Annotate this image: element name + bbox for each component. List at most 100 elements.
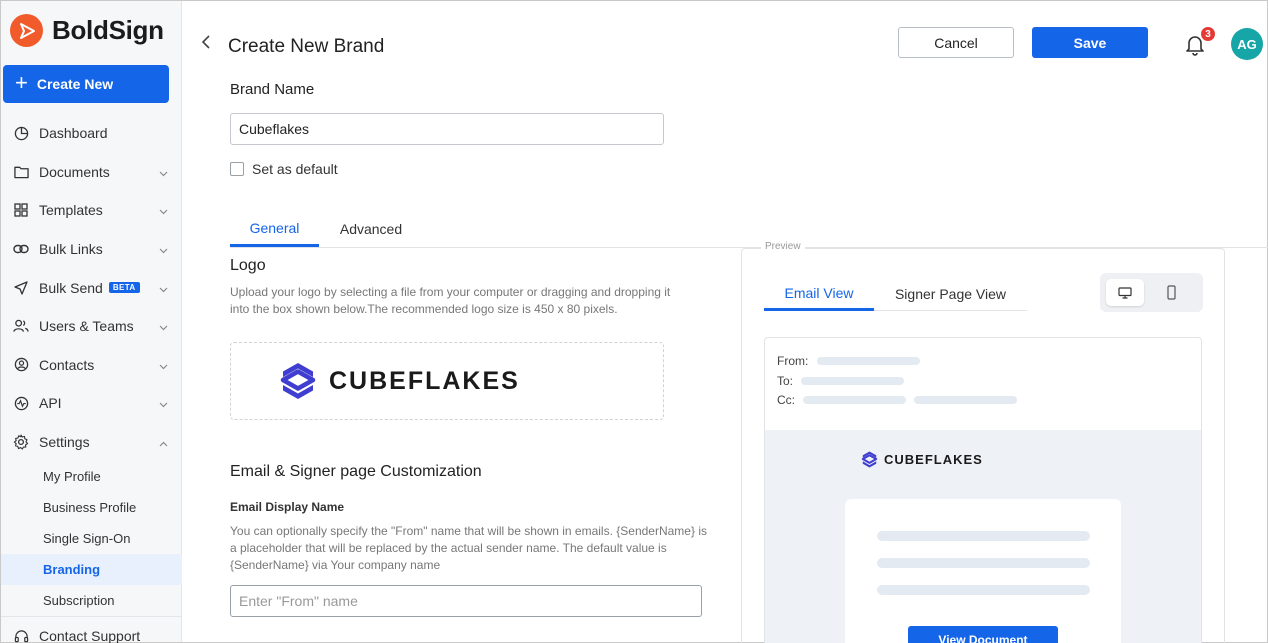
sidebar-item-users-teams[interactable]: Users & Teams (1, 307, 182, 346)
chevron-up-icon (159, 434, 168, 450)
sidebar: BoldSign + Create New Dashboard Document… (1, 1, 182, 643)
chevron-down-icon (159, 318, 168, 334)
device-toggle (1100, 273, 1203, 312)
chevron-down-icon (159, 395, 168, 411)
placeholder-line (877, 585, 1090, 595)
sidebar-item-label: Contacts (39, 356, 95, 373)
cc-label: Cc: (777, 393, 795, 407)
email-logo: CUBEFLAKES (861, 450, 983, 469)
brand-name-label: Brand Name (230, 81, 315, 98)
set-default-row[interactable]: Set as default (230, 161, 338, 177)
logo-description: Upload your logo by selecting a file fro… (230, 285, 671, 316)
cubeflakes-logo-icon (280, 363, 316, 399)
logo-upload-dropzone[interactable]: CUBEFLAKES (230, 342, 664, 420)
mobile-icon (1166, 285, 1176, 300)
sidebar-item-label: Bulk Links (39, 241, 103, 258)
sidebar-item-label: Users & Teams (39, 318, 134, 335)
create-new-button[interactable]: + Create New (3, 65, 169, 103)
sidebar-item-bulk-send[interactable]: Bulk Send BETA (1, 268, 182, 307)
plus-icon: + (15, 70, 28, 95)
email-preview: From: To: Cc: CUBEFLAKES View Document (764, 337, 1202, 643)
sidebar-item-contact-support[interactable]: Contact Support (1, 616, 182, 643)
chevron-down-icon (159, 280, 168, 296)
contact-icon (13, 357, 29, 373)
tab-signer-page-view[interactable]: Signer Page View (874, 277, 1027, 311)
set-default-checkbox[interactable] (230, 162, 244, 176)
page-title: Create New Brand (228, 36, 385, 57)
back-chevron-icon[interactable] (199, 34, 213, 55)
notification-badge: 3 (1199, 25, 1217, 43)
sidebar-item-label: API (39, 395, 62, 412)
email-body: CUBEFLAKES View Document (765, 430, 1201, 643)
sidebar-subitem-subscription[interactable]: Subscription (1, 585, 182, 616)
send-icon (13, 280, 29, 296)
mobile-view-button[interactable] (1152, 279, 1190, 306)
from-label: From: (777, 354, 809, 368)
view-document-button[interactable]: View Document (908, 626, 1058, 643)
tab-advanced[interactable]: Advanced (319, 211, 423, 247)
sidebar-item-label: Templates (39, 202, 103, 219)
sidebar-item-label: Documents (39, 163, 110, 180)
preview-tabs: Email View Signer Page View (764, 277, 1027, 311)
tab-general[interactable]: General (230, 211, 319, 247)
create-new-label: Create New (36, 76, 114, 92)
app-name: BoldSign (52, 15, 164, 45)
sidebar-item-api[interactable]: API (1, 384, 182, 423)
placeholder-bar (817, 357, 921, 365)
sidebar-item-label: Settings (39, 434, 90, 451)
api-icon (13, 395, 29, 411)
sidebar-item-label: Dashboard (39, 125, 108, 142)
sidebar-nav: Dashboard Documents Templates Bulk Links (1, 114, 182, 643)
email-logo-wordmark: CUBEFLAKES (884, 452, 983, 467)
sidebar-item-settings[interactable]: Settings (1, 423, 182, 462)
sidebar-subitem-single-sign-on[interactable]: Single Sign-On (1, 523, 182, 554)
gear-icon (13, 434, 29, 450)
sidebar-subitem-branding[interactable]: Branding (1, 554, 182, 586)
placeholder-line (877, 531, 1090, 541)
brand-name-input[interactable] (230, 113, 664, 145)
sidebar-item-templates[interactable]: Templates (1, 191, 182, 230)
placeholder-bar (801, 377, 905, 385)
users-icon (13, 318, 29, 334)
app-logo[interactable]: BoldSign (10, 14, 164, 47)
chevron-down-icon (159, 164, 168, 180)
email-display-name-description: You can optionally specify the "From" na… (230, 524, 707, 572)
boldsign-logo-icon (10, 14, 43, 47)
desktop-view-button[interactable] (1106, 279, 1144, 306)
customization-section-title: Email & Signer page Customization (230, 463, 482, 480)
beta-badge: BETA (108, 282, 140, 294)
to-label: To: (777, 374, 794, 388)
chevron-down-icon (159, 202, 168, 218)
sidebar-item-label: Contact Support (39, 628, 141, 643)
placeholder-bar (914, 396, 1017, 404)
sidebar-item-contacts[interactable]: Contacts (1, 346, 182, 385)
cancel-button[interactable]: Cancel (898, 27, 1014, 58)
cubeflakes-logo-icon (861, 451, 878, 468)
headset-icon (13, 628, 29, 643)
folder-icon (13, 164, 29, 180)
brand-tabs: General Advanced (230, 211, 423, 247)
logo-section-title: Logo (230, 257, 266, 274)
desktop-icon (1118, 286, 1132, 299)
sidebar-item-bulk-links[interactable]: Bulk Links (1, 230, 182, 269)
email-to-row: To: (777, 374, 905, 388)
email-cc-row: Cc: (777, 393, 1017, 407)
tab-email-view[interactable]: Email View (764, 277, 874, 311)
chevron-down-icon (159, 241, 168, 257)
chevron-down-icon (159, 357, 168, 373)
from-name-input[interactable] (230, 585, 702, 617)
logo-wordmark: CUBEFLAKES (329, 366, 520, 395)
set-default-label: Set as default (252, 161, 338, 177)
sidebar-subitem-business-profile[interactable]: Business Profile (1, 492, 182, 523)
dashboard-icon (13, 125, 29, 141)
sidebar-subitem-my-profile[interactable]: My Profile (1, 461, 182, 492)
placeholder-line (877, 558, 1090, 568)
placeholder-bar (803, 396, 906, 404)
sidebar-item-documents[interactable]: Documents (1, 153, 182, 192)
avatar[interactable]: AG (1231, 28, 1263, 60)
save-button[interactable]: Save (1032, 27, 1148, 58)
email-from-row: From: (777, 354, 921, 368)
templates-grid-icon (13, 202, 29, 218)
sidebar-item-label: Bulk Send (39, 279, 103, 296)
sidebar-item-dashboard[interactable]: Dashboard (1, 114, 182, 153)
